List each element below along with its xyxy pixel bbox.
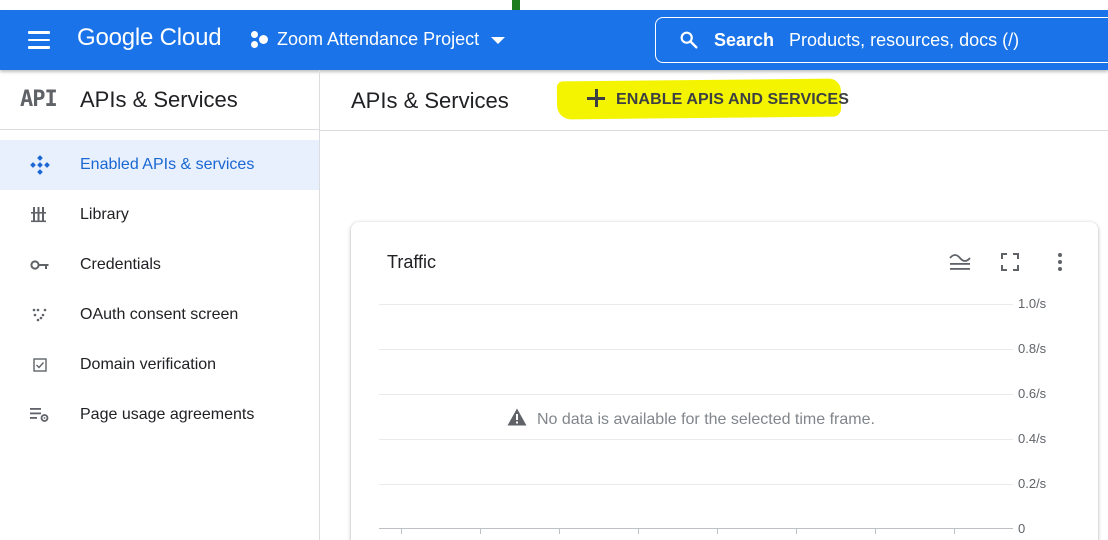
key-icon: [20, 255, 60, 275]
search-icon: [678, 29, 700, 51]
x-tick-mark: [638, 528, 639, 534]
sidebar-item-oauth-consent[interactable]: OAuth consent screen: [0, 290, 319, 340]
project-name: Zoom Attendance Project: [277, 28, 480, 49]
x-tick-mark: [717, 528, 718, 534]
sidebar-item-label: Domain verification: [80, 356, 217, 373]
x-tick-mark: [401, 528, 402, 534]
traffic-card: 1.0/s 0.8/s 0.6/s 0.4/s 0.2/s 0 Traffic: [351, 222, 1098, 540]
x-tick-mark: [875, 528, 876, 534]
sidebar-item-label: Page usage agreements: [80, 406, 255, 423]
fullscreen-icon[interactable]: [998, 250, 1022, 274]
search-bar[interactable]: Search Products, resources, docs (/): [655, 17, 1108, 63]
sidebar-item-label: Enabled APIs & services: [80, 156, 255, 173]
library-icon: [20, 205, 60, 225]
x-tick-mark: [559, 528, 560, 534]
gridline: [379, 439, 1013, 440]
legend-toggle-icon[interactable]: [948, 250, 972, 274]
hamburger-menu-icon[interactable]: [22, 26, 58, 54]
sidebar-item-label: Library: [80, 206, 129, 223]
google-cloud-logo[interactable]: Google Cloud: [77, 24, 222, 52]
sidebar-item-credentials[interactable]: Credentials: [0, 240, 319, 290]
y-tick-label: 0: [1018, 521, 1026, 536]
search-label: Search: [714, 29, 775, 50]
x-tick-mark: [954, 528, 955, 534]
y-tick-label: 1.0/s: [1018, 296, 1047, 311]
y-tick-label: 0.6/s: [1018, 386, 1047, 401]
sidebar-item-library[interactable]: Library: [0, 190, 319, 240]
sidebar-header: API APIs & Services: [0, 70, 319, 130]
sidebar-item-page-usage[interactable]: Page usage agreements: [0, 390, 319, 440]
page-title: APIs & Services: [351, 88, 509, 113]
enable-apis-label: ENABLE APIS AND SERVICES: [616, 91, 849, 108]
no-data-label: No data is available for the selected ti…: [537, 410, 875, 428]
gridline: [379, 394, 1013, 395]
y-tick-label: 0.4/s: [1018, 431, 1047, 446]
sidebar-nav: Enabled APIs & services Library Credenti…: [0, 130, 319, 440]
more-vert-icon[interactable]: [1048, 250, 1072, 274]
gridline: [379, 484, 1013, 485]
sidebar-item-enabled-apis[interactable]: Enabled APIs & services: [0, 140, 319, 190]
sidebar-title: APIs & Services: [80, 86, 238, 112]
x-tick-mark: [480, 528, 481, 534]
gridline: [379, 304, 1013, 305]
x-tick-mark: [796, 528, 797, 534]
sidebar-item-label: OAuth consent screen: [80, 306, 239, 323]
chevron-down-icon: [491, 36, 506, 44]
project-dots-icon: [250, 28, 270, 50]
card-title: Traffic: [387, 252, 437, 272]
settings-list-icon: [20, 405, 60, 425]
oauth-consent-icon: [20, 305, 60, 325]
project-selector[interactable]: Zoom Attendance Project: [250, 28, 506, 50]
y-tick-label: 0.2/s: [1018, 476, 1047, 491]
app-header: Google Cloud Zoom Attendance Project Sea…: [0, 10, 1108, 70]
top-strip: [0, 0, 1108, 10]
warning-icon: [507, 408, 527, 431]
sidebar: API APIs & Services Enabled APIs & servi…: [0, 70, 320, 540]
main-header: APIs & Services ENABLE APIS AND SERVICES: [320, 70, 1108, 131]
gridline: [379, 349, 1013, 350]
sidebar-item-label: Credentials: [80, 256, 161, 273]
sidebar-item-domain-verification[interactable]: Domain verification: [0, 340, 319, 390]
card-toolbar: [948, 250, 1072, 274]
x-axis-line: [379, 528, 1013, 529]
no-data-message: No data is available for the selected ti…: [507, 408, 875, 431]
y-tick-label: 0.8/s: [1018, 341, 1047, 356]
enable-apis-button[interactable]: ENABLE APIS AND SERVICES: [556, 78, 849, 120]
enabled-apis-icon: [20, 155, 60, 175]
api-badge-icon: API: [20, 87, 58, 112]
checkbox-icon: [20, 355, 60, 375]
highlight-marker: [512, 0, 520, 10]
search-placeholder: Products, resources, docs (/): [789, 29, 1020, 50]
plus-icon: [586, 88, 606, 108]
